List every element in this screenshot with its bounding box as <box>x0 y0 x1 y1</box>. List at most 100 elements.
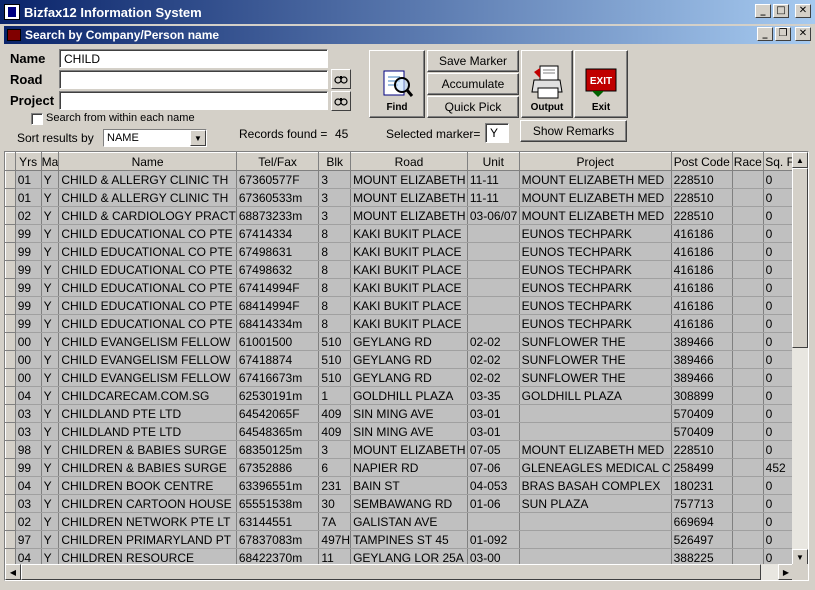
cell-road[interactable]: SEMBAWANG RD <box>350 494 468 513</box>
sub-close-button[interactable]: ✕ <box>795 27 811 41</box>
cell-telfax[interactable]: 67416673m <box>236 368 320 387</box>
cell-yrs[interactable]: 04 <box>15 386 42 405</box>
table-row[interactable]: 04 Y CHILDREN BOOK CENTRE 63396551m 231 BAIN … <box>5 476 808 495</box>
cell-name[interactable]: CHILD & CARDIOLOGY PRACT <box>58 206 237 225</box>
cell-yrs[interactable]: 02 <box>15 206 42 225</box>
cell-telfax[interactable]: 67414994F <box>236 278 320 297</box>
cell-project[interactable]: EUNOS TECHPARK <box>519 224 672 243</box>
cell-project[interactable]: EUNOS TECHPARK <box>519 296 672 315</box>
cell-marker[interactable]: Y <box>41 314 60 333</box>
row-header[interactable] <box>5 296 16 315</box>
maximize-button[interactable]: □ <box>773 4 789 18</box>
cell-marker[interactable]: Y <box>41 332 60 351</box>
cell-name[interactable]: CHILDCARECAM.COM.SG <box>58 386 237 405</box>
horizontal-scroll-thumb[interactable] <box>21 564 761 580</box>
cell-postcode[interactable]: 416186 <box>671 224 733 243</box>
cell-project[interactable]: SUN PLAZA <box>519 494 672 513</box>
cell-marker[interactable]: Y <box>41 512 60 531</box>
cell-yrs[interactable]: 02 <box>15 512 42 531</box>
cell-road[interactable]: BAIN ST <box>350 476 468 495</box>
cell-race[interactable] <box>732 458 764 477</box>
cell-blk[interactable]: 8 <box>318 278 352 297</box>
cell-telfax[interactable]: 64548365m <box>236 422 320 441</box>
cell-unit[interactable]: 03-01 <box>467 422 520 441</box>
cell-road[interactable]: SIN MING AVE <box>350 422 468 441</box>
cell-project[interactable]: MOUNT ELIZABETH MED <box>519 440 672 459</box>
sub-minimize-button[interactable]: _ <box>757 27 773 41</box>
cell-postcode[interactable]: 389466 <box>671 368 733 387</box>
cell-postcode[interactable]: 228510 <box>671 440 733 459</box>
cell-postcode[interactable]: 258499 <box>671 458 733 477</box>
cell-project[interactable]: EUNOS TECHPARK <box>519 314 672 333</box>
table-row[interactable]: 99 Y CHILDREN & BABIES SURGE 67352886 6 NAPIE… <box>5 458 808 477</box>
cell-telfax[interactable]: 62530191m <box>236 386 320 405</box>
cell-telfax[interactable]: 67360577F <box>236 170 320 189</box>
scroll-up-button[interactable]: ▲ <box>792 152 808 168</box>
cell-race[interactable] <box>732 314 764 333</box>
cell-postcode[interactable]: 757713 <box>671 494 733 513</box>
cell-unit[interactable] <box>467 224 520 243</box>
cell-blk[interactable]: 8 <box>318 296 352 315</box>
cell-unit[interactable]: 07-05 <box>467 440 520 459</box>
table-row[interactable]: 03 Y CHILDLAND PTE LTD 64548365m 409 SIN MING… <box>5 422 808 441</box>
cell-unit[interactable]: 02-02 <box>467 350 520 369</box>
row-header[interactable] <box>5 260 16 279</box>
cell-marker[interactable]: Y <box>41 368 60 387</box>
row-header[interactable] <box>5 404 16 423</box>
cell-postcode[interactable]: 416186 <box>671 314 733 333</box>
output-button[interactable]: Output <box>521 50 573 118</box>
cell-name[interactable]: CHILD & ALLERGY CLINIC TH <box>58 188 237 207</box>
cell-unit[interactable]: 03-01 <box>467 404 520 423</box>
cell-road[interactable]: MOUNT ELIZABETH <box>350 440 468 459</box>
name-input[interactable] <box>59 49 328 68</box>
row-header[interactable] <box>5 512 16 531</box>
cell-name[interactable]: CHILDREN PRIMARYLAND PT <box>58 530 237 549</box>
cell-name[interactable]: CHILD EDUCATIONAL CO PTE <box>58 224 237 243</box>
row-header[interactable] <box>5 350 16 369</box>
road-lookup-button[interactable] <box>331 69 351 89</box>
cell-telfax[interactable]: 67498631 <box>236 242 320 261</box>
cell-telfax[interactable]: 67837083m <box>236 530 320 549</box>
column-header-marker[interactable]: Ma <box>40 152 60 171</box>
cell-road[interactable]: KAKI BUKIT PLACE <box>350 242 468 261</box>
cell-postcode[interactable]: 570409 <box>671 422 733 441</box>
cell-blk[interactable]: 3 <box>318 170 352 189</box>
row-header[interactable] <box>5 458 16 477</box>
cell-race[interactable] <box>732 260 764 279</box>
cell-unit[interactable] <box>467 242 520 261</box>
cell-race[interactable] <box>732 476 764 495</box>
show-remarks-button[interactable]: Show Remarks <box>520 120 627 142</box>
cell-unit[interactable]: 03-06/07 <box>467 206 520 225</box>
cell-unit[interactable]: 04-053 <box>467 476 520 495</box>
table-row[interactable]: 00 Y CHILD EVANGELISM FELLOW 67418874 510 GEY… <box>5 350 808 369</box>
cell-race[interactable] <box>732 386 764 405</box>
cell-telfax[interactable]: 68873233m <box>236 206 320 225</box>
column-header-postcode[interactable]: Post Code <box>670 152 733 171</box>
cell-project[interactable] <box>519 422 672 441</box>
cell-project[interactable]: GLENEAGLES MEDICAL C <box>519 458 672 477</box>
cell-race[interactable] <box>732 440 764 459</box>
cell-race[interactable] <box>732 206 764 225</box>
cell-marker[interactable]: Y <box>41 260 60 279</box>
cell-postcode[interactable]: 416186 <box>671 242 733 261</box>
table-row[interactable]: 99 Y CHILD EDUCATIONAL CO PTE 68414994F 8 KAK… <box>5 296 808 315</box>
cell-yrs[interactable]: 01 <box>15 188 42 207</box>
cell-race[interactable] <box>732 296 764 315</box>
cell-race[interactable] <box>732 224 764 243</box>
table-row[interactable]: 97 Y CHILDREN PRIMARYLAND PT 67837083m 497H T… <box>5 530 808 549</box>
cell-unit[interactable] <box>467 314 520 333</box>
cell-yrs[interactable]: 00 <box>15 332 42 351</box>
cell-road[interactable]: GEYLANG RD <box>350 350 468 369</box>
cell-telfax[interactable]: 67418874 <box>236 350 320 369</box>
cell-road[interactable]: MOUNT ELIZABETH <box>350 206 468 225</box>
cell-postcode[interactable]: 416186 <box>671 260 733 279</box>
cell-postcode[interactable]: 389466 <box>671 332 733 351</box>
cell-unit[interactable]: 11-11 <box>467 188 520 207</box>
cell-blk[interactable]: 409 <box>318 422 352 441</box>
cell-telfax[interactable]: 68350125m <box>236 440 320 459</box>
cell-blk[interactable]: 231 <box>318 476 352 495</box>
cell-race[interactable] <box>732 332 764 351</box>
cell-blk[interactable]: 8 <box>318 314 352 333</box>
cell-project[interactable]: MOUNT ELIZABETH MED <box>519 170 672 189</box>
table-row[interactable]: 99 Y CHILD EDUCATIONAL CO PTE 67414994F 8 KAK… <box>5 278 808 297</box>
